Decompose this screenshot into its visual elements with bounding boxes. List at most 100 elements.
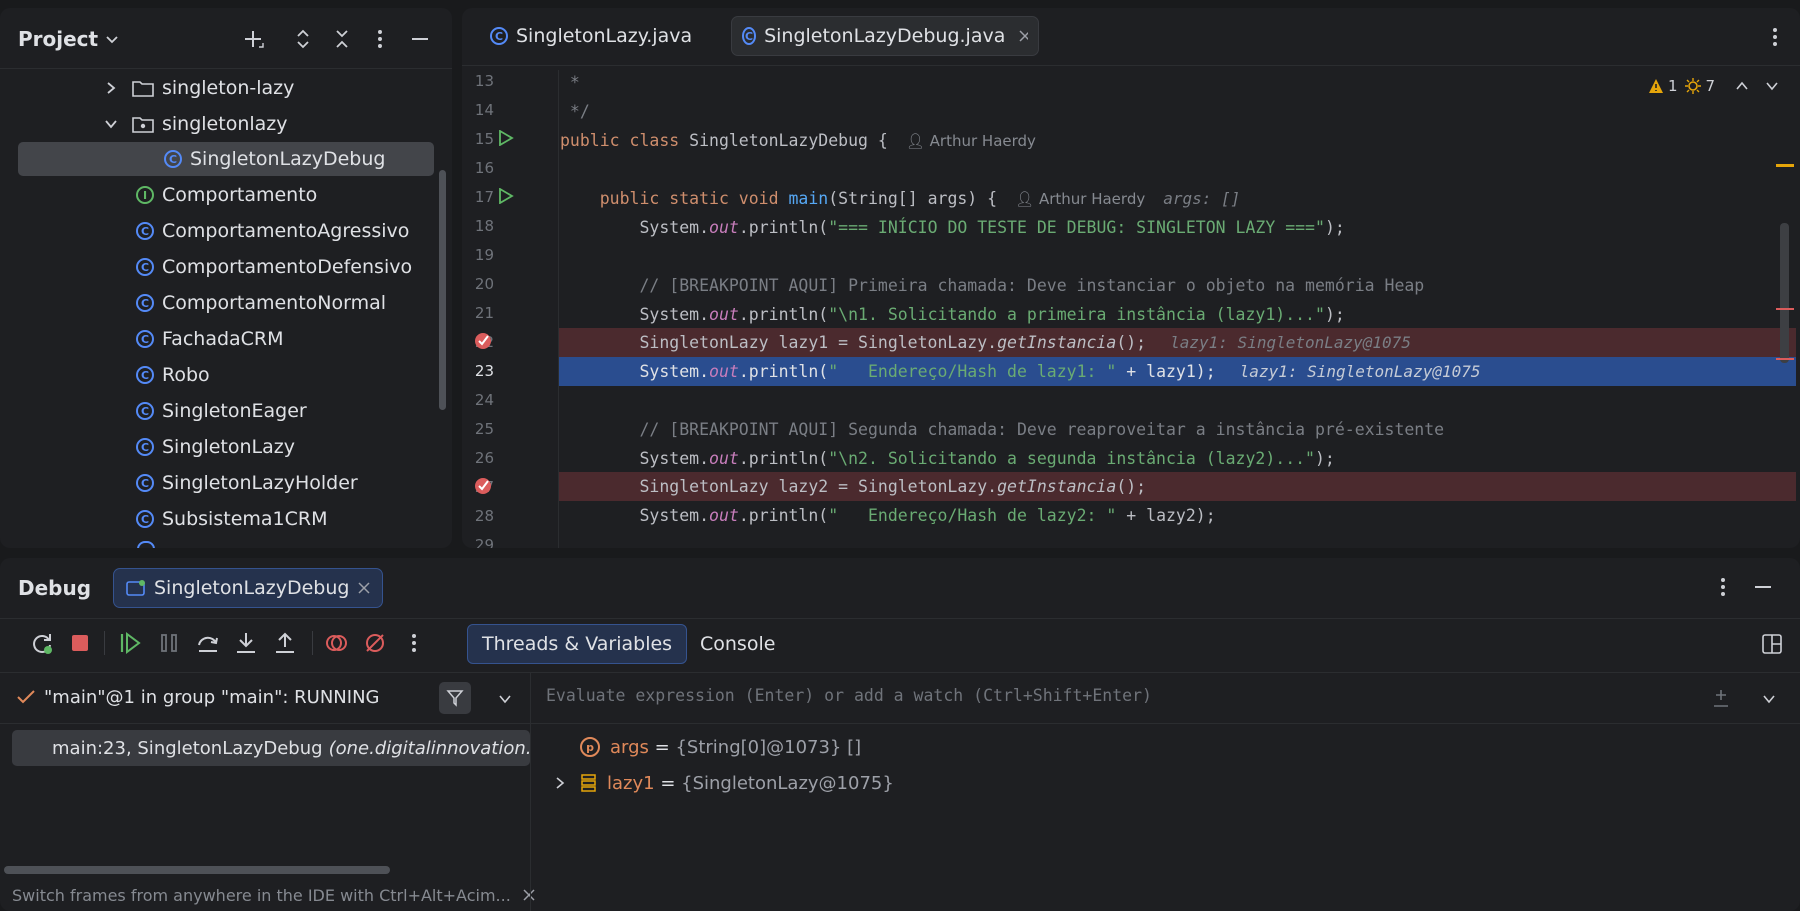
interface-icon: I xyxy=(136,186,154,204)
run-icon[interactable] xyxy=(498,188,514,204)
tree-class[interactable]: C FachadaCRM xyxy=(136,323,284,355)
line-number: 26 xyxy=(474,449,494,467)
close-icon[interactable] xyxy=(523,889,535,901)
separator xyxy=(312,631,313,655)
tree-item-label: FachadaCRM xyxy=(162,328,284,350)
class-icon: C xyxy=(136,510,154,528)
filter-icon[interactable] xyxy=(439,682,471,714)
hint-text: Switch frames from anywhere in the IDE w… xyxy=(12,885,511,905)
tree-item-label: SingletonLazy xyxy=(162,436,295,458)
resume-icon[interactable] xyxy=(118,631,142,655)
inspection-widget[interactable]: 1 7 xyxy=(1648,74,1779,98)
warning-marker[interactable] xyxy=(1776,164,1794,167)
tab-singletonlazydebug[interactable]: C SingletonLazyDebug.java xyxy=(731,16,1039,56)
expand-all-icon[interactable] xyxy=(290,26,316,52)
debug-session-tab[interactable]: SingletonLazyDebug xyxy=(113,568,383,608)
tab-console[interactable]: Console xyxy=(686,624,789,664)
frame-label: main:23, SingletonLazyDebug xyxy=(52,737,323,759)
code-line-current: System.out.println(" Endereço/Hash de la… xyxy=(560,362,1481,381)
chevron-down-icon[interactable] xyxy=(498,692,512,706)
tab-singletonlazy[interactable]: C SingletonLazy.java xyxy=(480,16,716,56)
tree-item-label: Comportamento xyxy=(162,184,318,206)
tree-class-singletonlazydebug[interactable]: C SingletonLazyDebug xyxy=(164,143,385,175)
step-into-icon[interactable] xyxy=(234,631,258,655)
tree-class[interactable]: C ComportamentoNormal xyxy=(136,287,386,319)
tree-class[interactable]: C SingletonEager xyxy=(136,395,307,427)
stack-frame-selected[interactable]: main:23, SingletonLazyDebug (one.digital… xyxy=(12,730,530,766)
variable-row-lazy1[interactable]: lazy1 = {SingletonLazy@1075} xyxy=(553,768,894,798)
tree-class[interactable]: C Subsistema1CRM xyxy=(136,503,327,535)
tree-class[interactable]: C Robo xyxy=(136,359,210,391)
tree-folder-singleton-lazy[interactable]: singleton-lazy xyxy=(104,72,294,104)
gutter-divider xyxy=(558,70,559,548)
tree-class[interactable]: C ComportamentoAgressivo xyxy=(136,215,409,247)
chevron-down-icon[interactable] xyxy=(1762,692,1776,706)
tree-interface-comportamento[interactable]: I Comportamento xyxy=(136,179,317,211)
layout-icon[interactable] xyxy=(1762,634,1782,654)
debug-more-icon[interactable] xyxy=(1710,574,1736,600)
add-icon[interactable] xyxy=(240,26,266,52)
tree-item-label: SingletonLazyHolder xyxy=(162,472,358,494)
tree-item-label: SingletonLazyDebug xyxy=(190,148,386,170)
split-divider[interactable] xyxy=(530,673,531,911)
step-over-icon[interactable] xyxy=(196,631,220,655)
tree-package-singletonlazy[interactable]: singletonlazy xyxy=(104,108,288,140)
code-line: */ xyxy=(560,102,590,121)
evaluate-expression-input[interactable]: Evaluate expression (Enter) or add a wat… xyxy=(546,686,1152,705)
warning-icon xyxy=(1649,79,1663,93)
variable-row-args[interactable]: p args = {String[0]@1073} [] xyxy=(580,732,861,762)
code-line: public class SingletonLazyDebug {👤︎ Arth… xyxy=(560,131,1036,150)
tree-item-label: ComportamentoDefensivo xyxy=(162,256,413,278)
add-watch-icon[interactable] xyxy=(1710,688,1732,710)
breakpoint-marker[interactable] xyxy=(1776,308,1794,310)
debug-title: Debug xyxy=(18,576,92,600)
stop-icon[interactable] xyxy=(68,631,92,655)
tree-scrollbar[interactable] xyxy=(439,170,446,410)
horizontal-scrollbar[interactable] xyxy=(4,866,390,874)
project-title: Project xyxy=(18,27,99,51)
tree-item-label: ComportamentoAgressivo xyxy=(162,220,410,242)
more-options-icon[interactable] xyxy=(367,26,393,52)
breakpoint-marker[interactable] xyxy=(1776,358,1794,360)
line-number: 17 xyxy=(474,188,494,206)
close-icon[interactable] xyxy=(1019,30,1028,42)
chevron-up-icon[interactable] xyxy=(1735,79,1749,93)
breakpoint-icon[interactable] xyxy=(474,477,492,495)
author-hint[interactable]: 👤︎ Arthur Haerdy xyxy=(1015,190,1145,208)
line-number: 14 xyxy=(474,101,494,119)
thread-selector[interactable]: "main"@1 in group "main": RUNNING xyxy=(16,680,380,714)
weak-warning-icon xyxy=(1684,78,1701,94)
editor-more-icon[interactable] xyxy=(1762,24,1788,50)
divider xyxy=(531,723,1800,724)
view-breakpoints-icon[interactable] xyxy=(324,631,348,655)
divider xyxy=(462,65,1800,66)
minimize-icon[interactable] xyxy=(1750,574,1776,600)
tree-class[interactable]: C SingletonLazy xyxy=(136,431,295,463)
tab-label: SingletonLazyDebug.java xyxy=(764,25,1006,47)
editor-scrollbar[interactable] xyxy=(1780,223,1789,363)
tree-class[interactable]: C ComportamentoDefensivo xyxy=(136,251,412,283)
mute-breakpoints-icon[interactable] xyxy=(363,631,387,655)
chevron-down-icon[interactable] xyxy=(1765,79,1779,93)
rerun-icon[interactable] xyxy=(30,631,54,655)
breakpoint-icon[interactable] xyxy=(474,332,492,350)
author-hint[interactable]: 👤︎ Arthur Haerdy xyxy=(906,132,1036,150)
pause-icon[interactable] xyxy=(157,631,181,655)
class-icon: C xyxy=(136,258,154,276)
class-icon: C xyxy=(136,222,154,240)
tree-item-label: singletonlazy xyxy=(162,113,288,135)
run-icon[interactable] xyxy=(498,130,514,146)
close-icon[interactable] xyxy=(358,582,370,594)
class-icon xyxy=(137,541,155,548)
collapse-all-icon[interactable] xyxy=(329,26,355,52)
variable-name: lazy1 xyxy=(607,772,655,794)
step-out-icon[interactable] xyxy=(273,631,297,655)
code-line: System.out.println("\n2. Solicitando a s… xyxy=(560,449,1335,468)
chevron-right-icon[interactable] xyxy=(553,776,567,790)
editor-panel: C SingletonLazy.java C SingletonLazyDebu… xyxy=(462,8,1800,548)
tree-class[interactable]: C SingletonLazyHolder xyxy=(136,467,358,499)
minimize-icon[interactable] xyxy=(407,26,433,52)
project-view-selector[interactable]: Project xyxy=(18,24,120,54)
more-options-icon[interactable] xyxy=(402,631,426,655)
tab-threads-variables[interactable]: Threads & Variables xyxy=(467,624,688,664)
